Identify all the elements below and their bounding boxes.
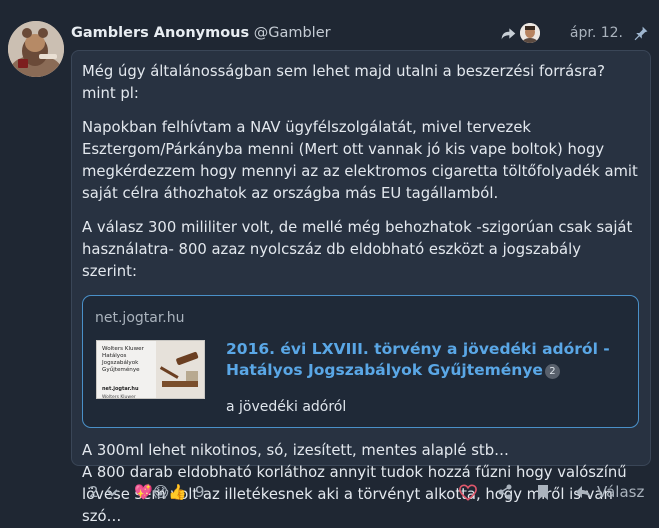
link-preview-title[interactable]: 2016. évi LXVIII. törvény a jövedéki adó… — [226, 339, 646, 381]
post-actions: 2 💖 😱 👍 9 Válasz — [71, 482, 649, 502]
reply-icon — [576, 485, 591, 499]
reactions-summary[interactable]: 💖 😱 👍 9 — [134, 482, 205, 502]
post-header: Gamblers Anonymous @Gambler ápr. 12. — [71, 22, 649, 44]
reply-button[interactable]: Válasz — [575, 482, 644, 502]
author-name[interactable]: Gamblers Anonymous — [71, 25, 249, 41]
gavel-image — [156, 341, 204, 398]
post-paragraph: A válasz 300 mililiter volt, de mellé mé… — [82, 219, 633, 280]
link-preview-thumbnail[interactable]: Wolters Kluwer Hatályos Jogszabályok Gyű… — [96, 340, 205, 399]
thumbnail-logo: Wolters Kluwer — [102, 395, 136, 399]
post-paragraph: A 300ml lehet nikotinos, só, izesített, … — [82, 442, 509, 459]
heart-icon — [459, 483, 477, 501]
reply-label: Válasz — [597, 483, 645, 501]
reaction-emoji: 😱 — [152, 483, 169, 501]
share-link-icon — [498, 484, 512, 500]
reaction-emoji: 💖 — [134, 483, 153, 501]
pin-icon — [634, 26, 648, 41]
bookmark-icon — [538, 484, 548, 500]
link-preview-description: a jövedéki adóról — [226, 399, 347, 415]
chevron-down-icon — [105, 489, 118, 497]
replies-toggle[interactable]: 2 — [89, 482, 119, 502]
post-paragraph: Még úgy általánosságban sem lehet majd u… — [82, 63, 605, 102]
header-meta: ápr. 12. — [500, 22, 649, 44]
share-link-button[interactable] — [497, 482, 513, 502]
link-preview-source[interactable]: net.jogtar.hu — [95, 307, 185, 329]
reaction-emoji: 👍 — [168, 483, 188, 501]
replies-count: 2 — [89, 483, 99, 501]
click-count-badge: 2 — [544, 364, 560, 379]
share-icon[interactable] — [500, 25, 517, 42]
link-preview[interactable]: net.jogtar.hu Wolters Kluwer Hatályos Jo… — [82, 295, 639, 428]
post-date[interactable]: ápr. 12. — [570, 22, 623, 44]
reactions-count: 9 — [195, 483, 205, 501]
user-avatar[interactable] — [8, 21, 64, 77]
thumbnail-title: Wolters Kluwer Hatályos Jogszabályok Gyű… — [102, 346, 144, 373]
like-button[interactable] — [459, 482, 477, 502]
reply-to-avatar[interactable] — [519, 23, 540, 43]
post-paragraph: Napokban felhívtam a NAV ügyfélszolgálat… — [82, 119, 638, 202]
post-body: Még úgy általánosságban sem lehet majd u… — [72, 51, 650, 528]
post-card: Még úgy általánosságban sem lehet majd u… — [71, 50, 651, 525]
bookmark-button[interactable] — [536, 482, 550, 502]
author-handle[interactable]: @Gambler — [254, 25, 331, 41]
